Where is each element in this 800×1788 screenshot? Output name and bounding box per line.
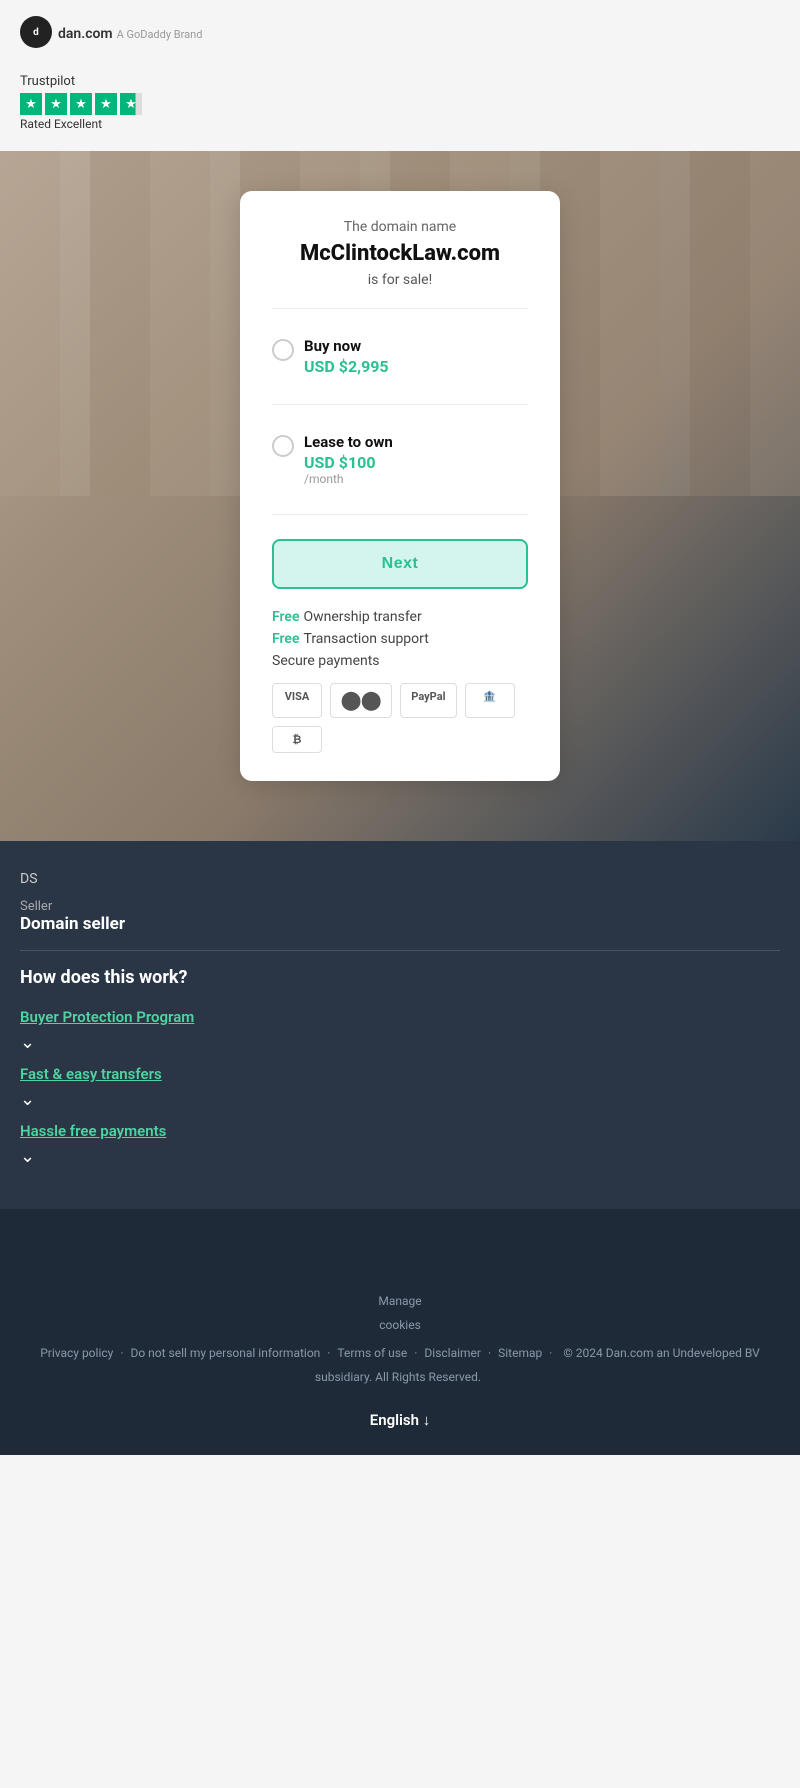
benefits-section: Free Ownership transfer Free Transaction… bbox=[272, 609, 528, 669]
accordion-fast-transfers[interactable]: Fast & easy transfers ⌄ bbox=[20, 1065, 780, 1110]
for-sale-text: is for sale! bbox=[272, 272, 528, 288]
accordion-buyer-protection[interactable]: Buyer Protection Program ⌄ bbox=[20, 1008, 780, 1053]
benefit-secure: Secure payments bbox=[272, 653, 528, 669]
footer-sitemap[interactable]: Sitemap bbox=[498, 1346, 542, 1360]
buyer-protection-chevron[interactable]: ⌄ bbox=[20, 1032, 780, 1053]
payment-icons: VISA ⬤⬤ PayPal 🏦 ₿ bbox=[272, 683, 528, 753]
trustpilot-section: Trustpilot ★ ★ ★ ★ ★ Rated Excellent bbox=[0, 64, 800, 151]
footer-legal-links: Privacy policy · Do not sell my personal… bbox=[20, 1341, 780, 1389]
buy-now-details: Buy now USD $2,995 bbox=[304, 337, 389, 376]
star-4: ★ bbox=[95, 93, 117, 115]
dark-divider bbox=[20, 950, 780, 951]
trustpilot-rated: Rated Excellent bbox=[20, 117, 780, 131]
dan-logo-icon: d bbox=[20, 16, 52, 48]
paypal-icon: PayPal bbox=[400, 683, 456, 718]
dark-section: DS Seller Domain seller How does this wo… bbox=[0, 841, 800, 1209]
buy-now-radio-label[interactable]: Buy now USD $2,995 bbox=[272, 337, 528, 376]
star-5: ★ bbox=[120, 93, 142, 115]
footer-language-selector[interactable]: English ↓ bbox=[20, 1405, 780, 1435]
bank-icon: 🏦 bbox=[465, 683, 515, 718]
trustpilot-stars: ★ ★ ★ ★ ★ bbox=[20, 93, 780, 115]
visa-icon: VISA bbox=[272, 683, 322, 718]
trustpilot-label: Trustpilot bbox=[20, 74, 780, 89]
fast-transfers-chevron[interactable]: ⌄ bbox=[20, 1089, 780, 1110]
hassle-free-chevron[interactable]: ⌄ bbox=[20, 1146, 780, 1167]
mastercard-icon: ⬤⬤ bbox=[330, 683, 392, 718]
lease-radio-label[interactable]: Lease to own USD $100 /month bbox=[272, 433, 528, 486]
hero-background: The domain name McClintockLaw.com is for… bbox=[0, 151, 800, 841]
footer: Manage cookies Privacy policy · Do not s… bbox=[0, 1209, 800, 1455]
footer-disclaimer[interactable]: Disclaimer bbox=[424, 1346, 481, 1360]
buy-now-option[interactable]: Buy now USD $2,995 bbox=[272, 325, 528, 388]
star-2: ★ bbox=[45, 93, 67, 115]
star-3: ★ bbox=[70, 93, 92, 115]
divider-3 bbox=[272, 514, 528, 515]
benefit-ownership: Free Ownership transfer bbox=[272, 609, 528, 625]
next-button[interactable]: Next bbox=[272, 539, 528, 589]
buyer-protection-label[interactable]: Buyer Protection Program bbox=[20, 1008, 780, 1026]
bitcoin-icon: ₿ bbox=[272, 726, 322, 753]
dan-logo-text: dan.com A GoDaddy Brand bbox=[58, 23, 202, 42]
header: d dan.com A GoDaddy Brand bbox=[0, 0, 800, 64]
domain-name: McClintockLaw.com bbox=[272, 241, 528, 266]
star-1: ★ bbox=[20, 93, 42, 115]
buy-now-price: USD $2,995 bbox=[304, 357, 389, 376]
buy-now-title: Buy now bbox=[304, 337, 389, 355]
lease-sub: /month bbox=[304, 472, 393, 486]
footer-terms[interactable]: Terms of use bbox=[337, 1346, 407, 1360]
how-works-title: How does this work? bbox=[20, 967, 780, 988]
footer-no-sell[interactable]: Do not sell my personal information bbox=[130, 1346, 320, 1360]
buy-now-radio[interactable] bbox=[272, 339, 294, 361]
footer-links: Manage cookies Privacy policy · Do not s… bbox=[20, 1239, 780, 1435]
fast-transfers-label[interactable]: Fast & easy transfers bbox=[20, 1065, 780, 1083]
footer-manage: Manage cookies bbox=[20, 1289, 780, 1337]
seller-label: Seller bbox=[20, 899, 780, 914]
dan-logo[interactable]: d dan.com A GoDaddy Brand bbox=[20, 16, 202, 48]
divider-2 bbox=[272, 404, 528, 405]
seller-initials: DS bbox=[20, 871, 780, 887]
lease-price: USD $100 bbox=[304, 453, 393, 472]
footer-privacy[interactable]: Privacy policy bbox=[40, 1346, 113, 1360]
seller-name: Domain seller bbox=[20, 914, 780, 934]
lease-radio[interactable] bbox=[272, 435, 294, 457]
lease-title: Lease to own bbox=[304, 433, 393, 451]
lease-option[interactable]: Lease to own USD $100 /month bbox=[272, 421, 528, 498]
hassle-free-label[interactable]: Hassle free payments bbox=[20, 1122, 780, 1140]
domain-label: The domain name bbox=[272, 219, 528, 235]
purchase-card: The domain name McClintockLaw.com is for… bbox=[240, 191, 560, 781]
benefit-transaction: Free Transaction support bbox=[272, 631, 528, 647]
accordion-hassle-free[interactable]: Hassle free payments ⌄ bbox=[20, 1122, 780, 1167]
divider-1 bbox=[272, 308, 528, 309]
lease-details: Lease to own USD $100 /month bbox=[304, 433, 393, 486]
